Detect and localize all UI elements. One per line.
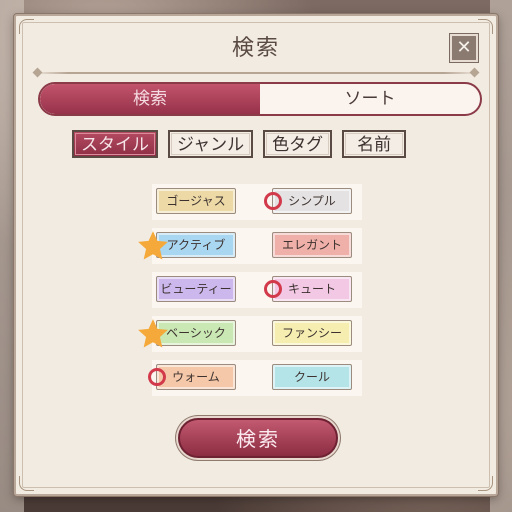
dialog-title: 検索 — [231, 36, 280, 61]
option-warm[interactable]: ウォーム — [156, 364, 236, 390]
search-button[interactable]: 検索 — [178, 418, 338, 458]
selected-circle-icon — [264, 280, 282, 298]
search-dialog: 検索 ✕ 検索 ソート スタイル ジャンル 色タグ 名前 ゴージャス シンプル … — [14, 14, 498, 496]
option-elegant[interactable]: エレガント — [272, 232, 352, 258]
close-icon: ✕ — [456, 37, 472, 58]
main-tab-bar: 検索 ソート — [38, 82, 482, 116]
option-cool[interactable]: クール — [272, 364, 352, 390]
selected-circle-icon — [148, 368, 166, 386]
star-icon — [138, 231, 168, 260]
option-row: ベーシック ファンシー — [138, 316, 362, 352]
corner-ornament — [478, 476, 493, 491]
style-option-grid: ゴージャス シンプル アクティブ エレガント ビューティー キュート ベーシック… — [138, 184, 362, 404]
title-divider — [32, 72, 480, 74]
option-row: アクティブ エレガント — [138, 228, 362, 264]
category-tab-bar: スタイル ジャンル 色タグ 名前 — [72, 130, 407, 158]
tab-color-tag[interactable]: 色タグ — [263, 130, 333, 158]
tab-genre[interactable]: ジャンル — [168, 130, 254, 158]
option-beauty[interactable]: ビューティー — [156, 276, 236, 302]
tab-sort[interactable]: ソート — [260, 84, 480, 114]
option-row: ビューティー キュート — [152, 272, 362, 308]
option-fancy[interactable]: ファンシー — [272, 320, 352, 346]
option-cute[interactable]: キュート — [272, 276, 352, 302]
option-row: ゴージャス シンプル — [152, 184, 362, 220]
star-icon — [138, 319, 168, 348]
close-button[interactable]: ✕ — [450, 34, 478, 62]
option-gorgeous[interactable]: ゴージャス — [156, 188, 236, 214]
tab-style[interactable]: スタイル — [72, 130, 158, 158]
option-simple[interactable]: シンプル — [272, 188, 352, 214]
selected-circle-icon — [264, 192, 282, 210]
tab-search[interactable]: 検索 — [40, 84, 260, 114]
tab-name[interactable]: 名前 — [342, 130, 407, 158]
option-row: ウォーム クール — [148, 360, 362, 396]
corner-ornament — [19, 476, 34, 491]
